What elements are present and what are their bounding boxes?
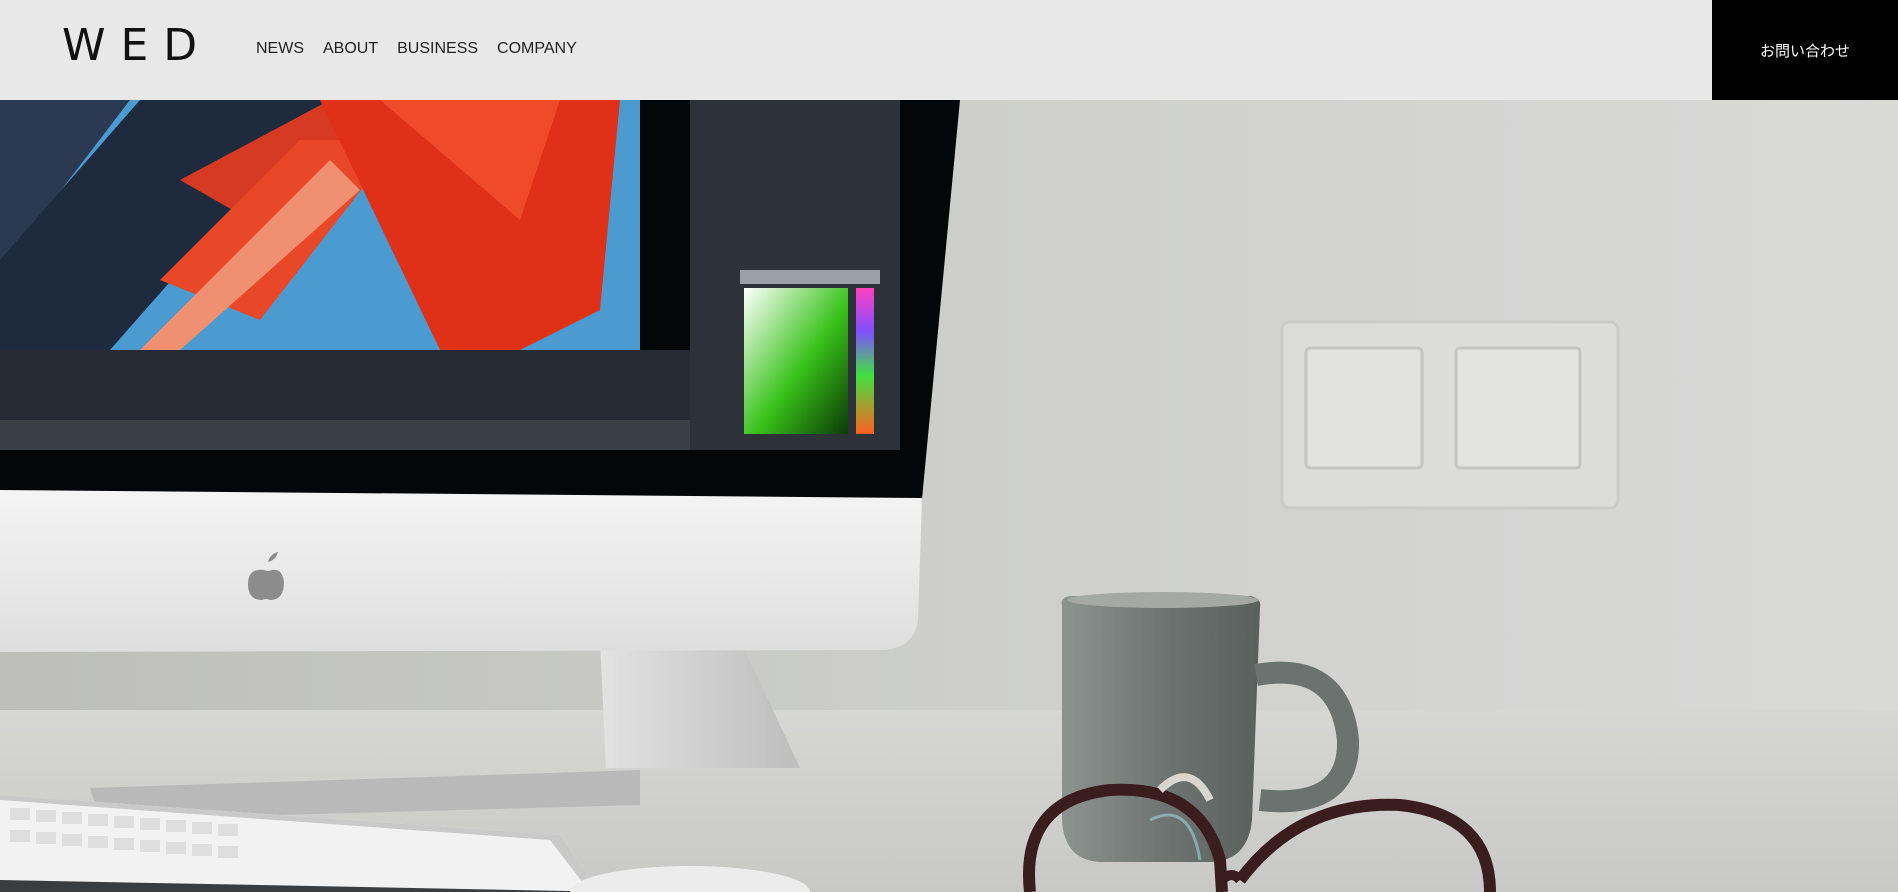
nav-item-business[interactable]: BUSINESS [397,39,478,59]
hero-photo [0,100,1898,892]
nav-item-news[interactable]: NEWS [256,39,304,59]
nav-item-company[interactable]: COMPANY [497,39,577,59]
site-logo[interactable]: WED [62,18,212,74]
main-nav: NEWS ABOUT BUSINESS COMPANY [256,39,577,59]
contact-button[interactable]: お問い合わせ [1712,0,1898,100]
nav-item-about[interactable]: ABOUT [323,39,378,59]
site-header: WED NEWS ABOUT BUSINESS COMPANY お問い合わせ [0,0,1898,100]
hero-image [0,100,1898,892]
